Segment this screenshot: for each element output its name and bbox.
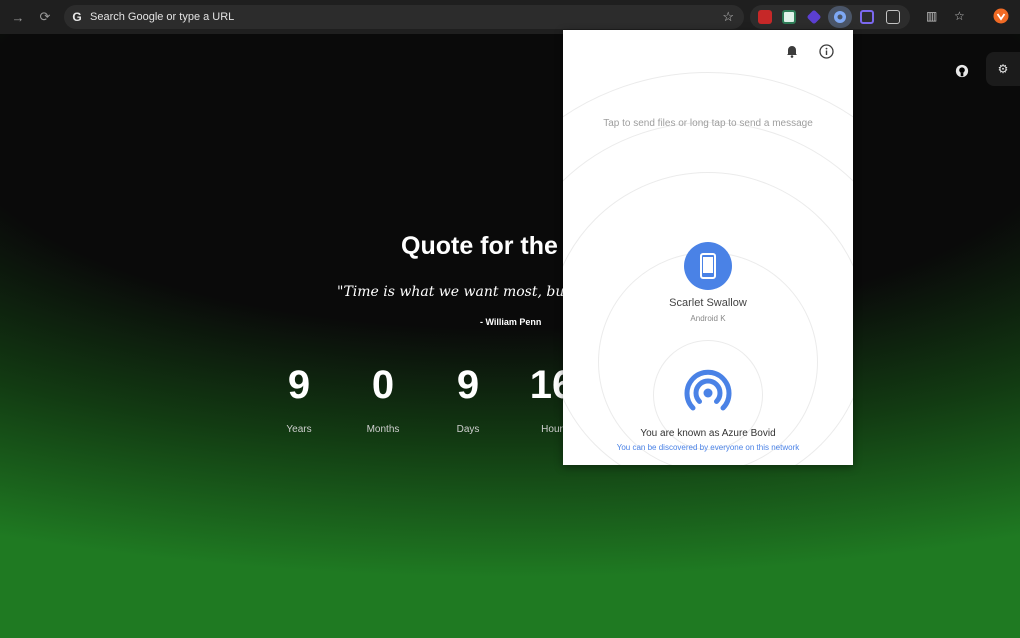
extensions-group xyxy=(750,5,910,29)
forward-icon[interactable]: → xyxy=(7,6,29,28)
bookmarks-icon[interactable]: ☆ xyxy=(954,9,965,23)
google-icon: G xyxy=(72,10,82,24)
countdown-value: 9 xyxy=(456,363,480,407)
countdown-months: 0 Months xyxy=(353,362,413,435)
countdown-days: 9 Days xyxy=(438,362,498,435)
bookmark-star-icon[interactable]: ☆ xyxy=(722,9,734,25)
send-hint: Tap to send files or long tap to send a … xyxy=(603,118,813,129)
extension-red-icon[interactable] xyxy=(758,10,772,24)
countdown-value: 9 xyxy=(287,363,311,407)
drop-extension-icon xyxy=(834,11,846,23)
notifications-bell-icon[interactable] xyxy=(782,41,802,61)
omnibox[interactable]: G Search Google or type a URL ☆ xyxy=(64,5,744,29)
peer-device-type: Android K xyxy=(690,314,726,323)
puzzle-icon[interactable] xyxy=(886,10,900,24)
browser-toolbar: → ⟳ G Search Google or type a URL ☆ ▥ ☆ xyxy=(0,0,1020,34)
new-tab-page: ⚙ Quote for the "Time is what we want mo… xyxy=(0,34,1020,638)
settings-icon[interactable]: ⚙ xyxy=(986,52,1020,86)
discoverability-link[interactable]: You can be discovered by everyone on thi… xyxy=(563,443,853,452)
extension-purple-icon[interactable] xyxy=(806,9,822,25)
brave-icon[interactable] xyxy=(993,8,1009,27)
omnibox-placeholder[interactable]: Search Google or type a URL xyxy=(90,11,234,23)
broadcast-icon xyxy=(684,369,732,411)
github-icon[interactable] xyxy=(950,59,974,83)
countdown-label: Months xyxy=(366,424,400,435)
info-icon[interactable] xyxy=(816,41,836,61)
countdown-years: 9 Years xyxy=(269,362,329,435)
extension-popup: Tap to send files or long tap to send a … xyxy=(563,30,853,465)
side-panel-icon[interactable]: ▥ xyxy=(926,9,937,23)
peer-device-name: Scarlet Swallow xyxy=(669,297,747,309)
quote-author: - William Penn xyxy=(480,317,542,327)
active-extension-button[interactable] xyxy=(828,6,852,28)
extension-green-icon[interactable] xyxy=(782,10,796,24)
quote-title: Quote for the xyxy=(401,232,558,260)
peer-device-button[interactable] xyxy=(684,242,732,290)
quote-text: "Time is what we want most, but w xyxy=(337,284,587,300)
countdown-label: Days xyxy=(456,424,480,435)
extension-scan-icon[interactable] xyxy=(860,10,874,24)
self-device-name: You are known as Azure Bovid xyxy=(640,428,776,439)
reload-icon[interactable]: ⟳ xyxy=(34,6,56,28)
phone-icon xyxy=(700,253,716,279)
countdown-value: 0 xyxy=(371,363,395,407)
countdown-label: Years xyxy=(286,424,312,435)
